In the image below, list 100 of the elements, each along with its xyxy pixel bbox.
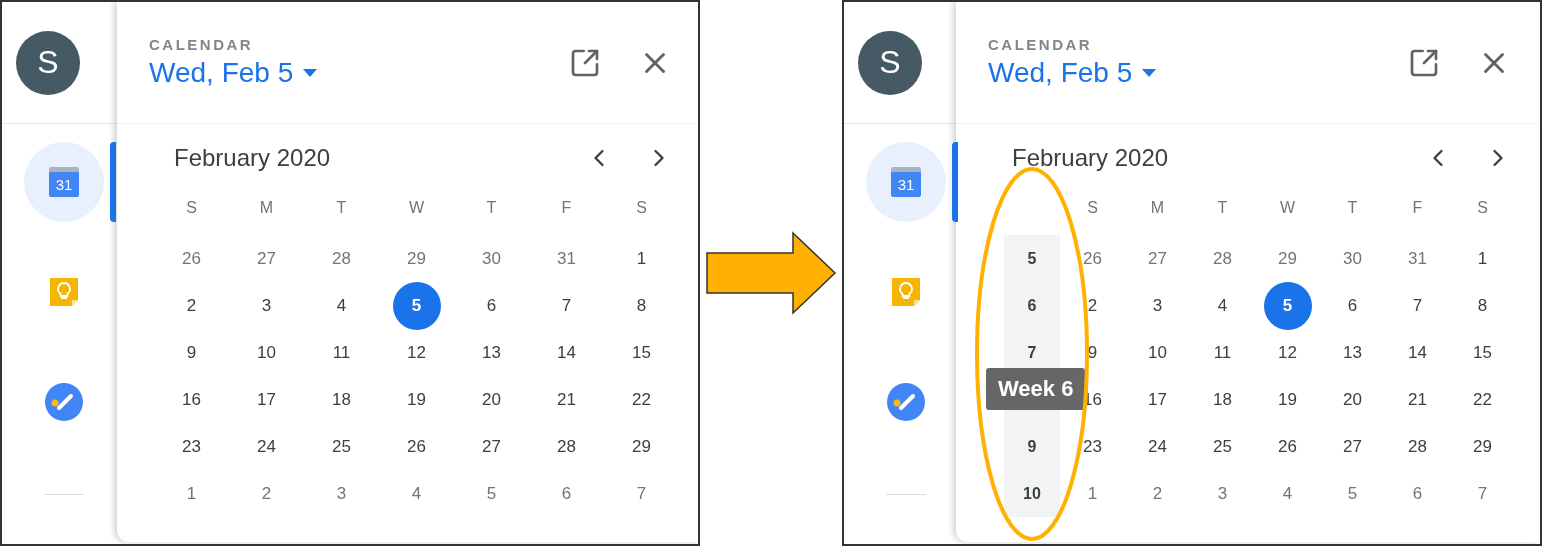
day[interactable]: 1	[1068, 469, 1117, 518]
weekday-label: S	[185, 198, 198, 218]
day[interactable]: 22	[1458, 375, 1507, 424]
day[interactable]: 29	[1263, 234, 1312, 283]
calendar-icon[interactable]: 31	[891, 167, 921, 197]
day[interactable]: 12	[1263, 328, 1312, 377]
day[interactable]: 26	[1068, 234, 1117, 283]
day[interactable]: 15	[617, 328, 666, 377]
day[interactable]: 4	[392, 469, 441, 518]
day[interactable]: 27	[1133, 234, 1182, 283]
day[interactable]: 21	[542, 375, 591, 424]
day[interactable]: 24	[1133, 422, 1182, 471]
avatar[interactable]: S	[858, 30, 922, 95]
day[interactable]: 3	[1198, 469, 1247, 518]
day[interactable]: 20	[1328, 375, 1377, 424]
day[interactable]: 5	[392, 281, 441, 330]
day[interactable]: 9	[167, 328, 216, 377]
avatar[interactable]: S	[16, 30, 80, 95]
date-dropdown[interactable]: Wed, Feb 5	[988, 57, 1378, 89]
day[interactable]: 22	[617, 375, 666, 424]
day[interactable]: 13	[1328, 328, 1377, 377]
day[interactable]: 30	[1328, 234, 1377, 283]
day[interactable]: 19	[1263, 375, 1312, 424]
day[interactable]: 29	[617, 422, 666, 471]
day[interactable]: 31	[1393, 234, 1442, 283]
day[interactable]: 29	[392, 234, 441, 283]
day[interactable]: 1	[167, 469, 216, 518]
day[interactable]: 28	[317, 234, 366, 283]
date-dropdown[interactable]: Wed, Feb 5	[149, 57, 539, 89]
day[interactable]: 24	[242, 422, 291, 471]
day[interactable]: 27	[1328, 422, 1377, 471]
day[interactable]: 25	[1198, 422, 1247, 471]
lightbulb-icon[interactable]	[48, 276, 80, 308]
day[interactable]: 25	[317, 422, 366, 471]
weekday-label: T	[1346, 198, 1359, 218]
day[interactable]: 11	[1198, 328, 1247, 377]
day[interactable]: 29	[1458, 422, 1507, 471]
day[interactable]: 5	[1328, 469, 1377, 518]
day[interactable]: 3	[1133, 281, 1182, 330]
day[interactable]: 8	[1458, 281, 1507, 330]
day[interactable]: 7	[1393, 281, 1442, 330]
day[interactable]: 8	[617, 281, 666, 330]
calendar-icon[interactable]: 31	[49, 167, 79, 197]
day[interactable]: 6	[1393, 469, 1442, 518]
day[interactable]: 2	[167, 281, 216, 330]
day[interactable]: 2	[1068, 281, 1117, 330]
day[interactable]: 26	[392, 422, 441, 471]
tasks-icon[interactable]	[45, 383, 83, 421]
day[interactable]: 23	[1068, 422, 1117, 471]
day[interactable]: 5	[467, 469, 516, 518]
day[interactable]: 7	[542, 281, 591, 330]
day[interactable]: 28	[1198, 234, 1247, 283]
day[interactable]: 27	[467, 422, 516, 471]
day[interactable]: 6	[542, 469, 591, 518]
day[interactable]: 1	[617, 234, 666, 283]
day[interactable]: 7	[617, 469, 666, 518]
day[interactable]: 27	[242, 234, 291, 283]
day[interactable]: 18	[1198, 375, 1247, 424]
day[interactable]: 28	[1393, 422, 1442, 471]
tooltip: Week 6	[986, 368, 1086, 410]
tasks-icon[interactable]	[887, 383, 925, 421]
day[interactable]: 14	[1393, 328, 1442, 377]
day[interactable]: 16	[167, 375, 216, 424]
week-number[interactable]: 5	[1004, 235, 1060, 282]
day[interactable]: 17	[242, 375, 291, 424]
day[interactable]: 4	[1198, 281, 1247, 330]
day[interactable]: 26	[1263, 422, 1312, 471]
week-number[interactable]: 6	[1004, 282, 1060, 329]
day[interactable]: 12	[392, 328, 441, 377]
week-number[interactable]: 9	[1004, 423, 1060, 470]
day[interactable]: 2	[1133, 469, 1182, 518]
week-number[interactable]: 10	[1004, 470, 1060, 517]
day[interactable]: 17	[1133, 375, 1182, 424]
day[interactable]: 6	[1328, 281, 1377, 330]
day[interactable]: 3	[242, 281, 291, 330]
day[interactable]: 13	[467, 328, 516, 377]
day[interactable]: 14	[542, 328, 591, 377]
day[interactable]: 4	[317, 281, 366, 330]
day[interactable]: 6	[467, 281, 516, 330]
day[interactable]: 23	[167, 422, 216, 471]
day[interactable]: 3	[317, 469, 366, 518]
day[interactable]: 26	[167, 234, 216, 283]
day[interactable]: 10	[1133, 328, 1182, 377]
day[interactable]: 31	[542, 234, 591, 283]
day[interactable]: 10	[242, 328, 291, 377]
day[interactable]: 15	[1458, 328, 1507, 377]
day[interactable]: 20	[467, 375, 516, 424]
day[interactable]: 2	[242, 469, 291, 518]
day[interactable]: 18	[317, 375, 366, 424]
day[interactable]: 1	[1458, 234, 1507, 283]
day[interactable]: 11	[317, 328, 366, 377]
day[interactable]: 5	[1263, 281, 1312, 330]
day[interactable]: 21	[1393, 375, 1442, 424]
day[interactable]: 4	[1263, 469, 1312, 518]
lightbulb-icon[interactable]	[890, 276, 922, 308]
day[interactable]: 7	[1458, 469, 1507, 518]
day[interactable]: 19	[392, 375, 441, 424]
weekday-label: W	[407, 198, 426, 218]
day[interactable]: 30	[467, 234, 516, 283]
day[interactable]: 28	[542, 422, 591, 471]
